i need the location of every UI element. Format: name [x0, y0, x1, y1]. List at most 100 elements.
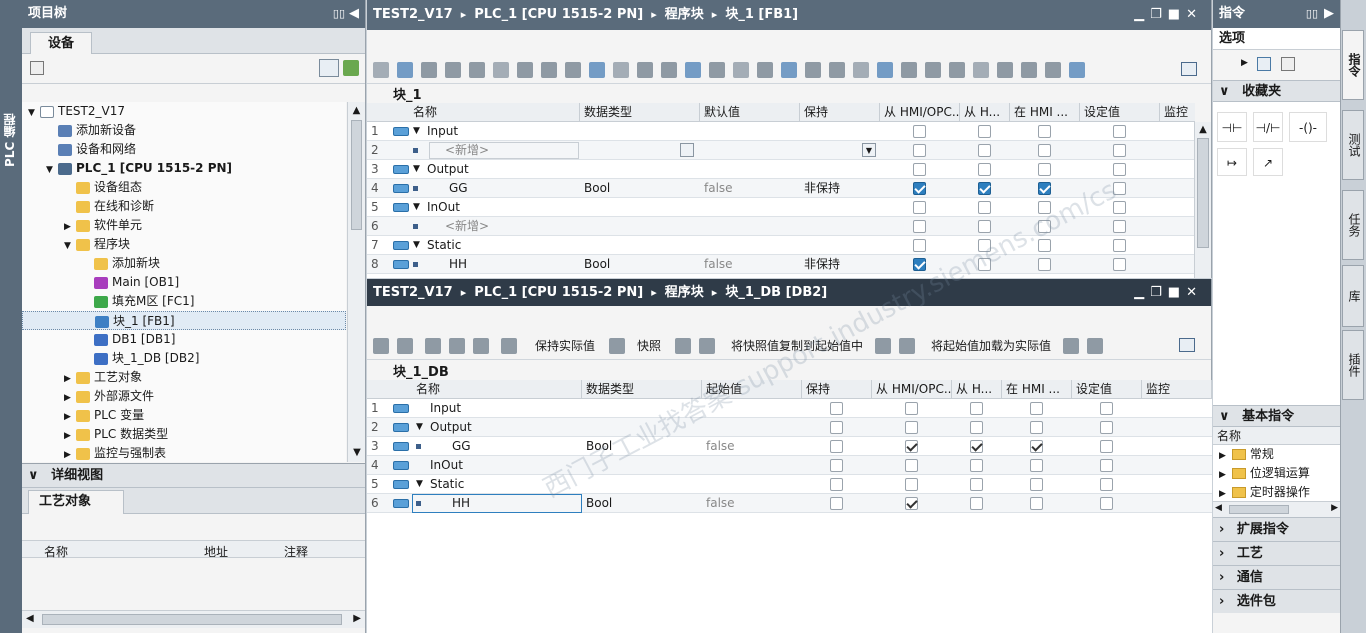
scroll-left-icon[interactable]: ◀: [1215, 503, 1222, 513]
tree-item[interactable]: ▶ 工艺对象: [22, 368, 346, 387]
load-start-as-actual-button[interactable]: 将起始值加载为实际值: [931, 337, 1051, 354]
expand-triangle-icon[interactable]: ▼: [413, 236, 420, 255]
close-branch-icon[interactable]: ↗: [1253, 148, 1283, 176]
col-comment[interactable]: 注释: [284, 543, 308, 560]
breadcrumb-item[interactable]: 程序块: [665, 285, 704, 300]
hmi-accessible-checkbox[interactable]: [913, 201, 926, 214]
scroll-right-icon[interactable]: ▶: [353, 613, 361, 624]
hmi-visible-checkbox[interactable]: [970, 421, 983, 434]
cell-default[interactable]: false: [704, 179, 733, 198]
tree-item[interactable]: ▼ PLC_1 [CPU 1515-2 PN]: [22, 159, 346, 178]
column-header[interactable]: 在 HMI ...: [1002, 380, 1072, 399]
column-header[interactable]: 从 HMI/OPC..: [880, 103, 960, 122]
column-header[interactable]: 名称: [412, 380, 582, 399]
tree-item[interactable]: ▶ PLC 变量: [22, 406, 346, 425]
hmi-visible-checkbox[interactable]: [978, 182, 991, 195]
tree-item[interactable]: DB1 [DB1]: [22, 330, 346, 349]
scroll-thumb[interactable]: [1197, 138, 1209, 248]
breadcrumb-item[interactable]: PLC_1 [CPU 1515-2 PN]: [474, 285, 643, 300]
cell-default[interactable]: false: [704, 255, 733, 274]
tree-item[interactable]: 添加新设备: [22, 121, 346, 140]
hmi-accessible-checkbox[interactable]: [905, 478, 918, 491]
setpoint-checkbox[interactable]: [1113, 220, 1126, 233]
table-row[interactable]: 8 HH Bool false 非保持: [367, 255, 1195, 274]
maximize-icon[interactable]: ■: [1168, 7, 1186, 22]
hmi-visible-checkbox[interactable]: [970, 478, 983, 491]
view-icon[interactable]: [1257, 57, 1271, 71]
hmi-accessible-checkbox[interactable]: [913, 125, 926, 138]
hmi-accessible-checkbox[interactable]: [905, 497, 918, 510]
fb-toolbar-grid-view-icon[interactable]: [565, 62, 581, 78]
scroll-up-icon[interactable]: ▲: [348, 102, 365, 120]
column-header[interactable]: 从 H...: [952, 380, 1002, 399]
fb-toolbar-open-block-icon[interactable]: [973, 62, 989, 78]
tree-item[interactable]: ▶ PLC 数据类型: [22, 425, 346, 444]
instruction-folder[interactable]: ▶ 常规: [1213, 445, 1340, 464]
monitor-icon[interactable]: [501, 338, 517, 354]
tab-devices[interactable]: 设备: [30, 32, 92, 54]
setpoint-checkbox[interactable]: [1113, 201, 1126, 214]
tree-item[interactable]: 在线和诊断: [22, 197, 346, 216]
table-row[interactable]: 5 ▼ Static: [367, 475, 1212, 494]
plc-programming-label[interactable]: PLC 编程: [1, 100, 21, 180]
hmi-writeable-checkbox[interactable]: [1030, 421, 1043, 434]
insert-row-icon[interactable]: [373, 338, 389, 354]
hmi-writeable-checkbox[interactable]: [1038, 182, 1051, 195]
fb-table-scrollbar[interactable]: ▲: [1194, 122, 1211, 278]
cell-name[interactable]: GG: [449, 179, 468, 198]
db-toolbar-options-icon[interactable]: [1179, 338, 1195, 352]
breadcrumb-item[interactable]: TEST2_V17: [373, 7, 453, 22]
cell-retain[interactable]: 非保持: [804, 179, 840, 198]
cell-datatype[interactable]: Bool: [586, 437, 612, 456]
fb-toolbar-goto-line-icon[interactable]: [925, 62, 941, 78]
hmi-writeable-checkbox[interactable]: [1030, 459, 1043, 472]
cell-name[interactable]: GG: [452, 437, 471, 456]
nc-contact-icon[interactable]: ⊣/⊢: [1253, 112, 1283, 142]
tree-item[interactable]: ▶ 软件单元: [22, 216, 346, 235]
extended-instructions-header[interactable]: › 扩展指令: [1213, 517, 1340, 541]
table-row[interactable]: 4 InOut: [367, 456, 1212, 475]
setpoint-checkbox[interactable]: [1113, 125, 1126, 138]
minimize-icon[interactable]: ▁: [1134, 285, 1150, 300]
hmi-writeable-checkbox[interactable]: [1038, 163, 1051, 176]
fb-toolbar-download-icon[interactable]: [781, 62, 797, 78]
hmi-accessible-checkbox[interactable]: [913, 163, 926, 176]
collapsed-triangle-icon[interactable]: ▶: [64, 446, 76, 462]
setpoint-checkbox[interactable]: [1100, 478, 1113, 491]
hmi-writeable-checkbox[interactable]: [1038, 125, 1051, 138]
breadcrumb-item[interactable]: 块_1 [FB1]: [725, 7, 798, 22]
float-icon[interactable]: ❐: [1150, 7, 1168, 22]
edit-icon[interactable]: [449, 338, 465, 354]
retain-checkbox[interactable]: [830, 440, 843, 453]
load-icon-1[interactable]: [1063, 338, 1079, 354]
fb-toolbar-open-in-block-icon[interactable]: [493, 62, 509, 78]
hmi-visible-checkbox[interactable]: [978, 163, 991, 176]
fb-toolbar-watch-icon[interactable]: [1021, 62, 1037, 78]
hmi-accessible-checkbox[interactable]: [905, 440, 918, 453]
hmi-visible-checkbox[interactable]: [978, 144, 991, 157]
cell-name[interactable]: <新增>: [445, 141, 489, 160]
copy-icon-2[interactable]: [899, 338, 915, 354]
option-packages-header[interactable]: › 选件包: [1213, 589, 1340, 613]
setpoint-checkbox[interactable]: [1100, 421, 1113, 434]
column-header[interactable]: 数据类型: [580, 103, 700, 122]
communication-header[interactable]: › 通信: [1213, 565, 1340, 589]
coil-icon[interactable]: -()-: [1289, 112, 1327, 142]
tree-item[interactable]: 块_1_DB [DB2]: [22, 349, 346, 368]
type-picker-icon[interactable]: [680, 143, 694, 157]
column-header[interactable]: 从 HMI/OPC..: [872, 380, 952, 399]
setpoint-checkbox[interactable]: [1100, 440, 1113, 453]
hmi-visible-checkbox[interactable]: [970, 402, 983, 415]
db-icon[interactable]: [609, 338, 625, 354]
retain-checkbox[interactable]: [830, 459, 843, 472]
hmi-accessible-checkbox[interactable]: [905, 459, 918, 472]
column-header[interactable]: 设定值: [1080, 103, 1160, 122]
cell-datatype[interactable]: Bool: [584, 179, 610, 198]
cell-start-value[interactable]: false: [706, 437, 735, 456]
open-branch-icon[interactable]: ↦: [1217, 148, 1247, 176]
tab-tasks[interactable]: 任务: [1342, 190, 1364, 260]
tab-technology-objects[interactable]: 工艺对象: [28, 490, 124, 514]
cell-name[interactable]: HH: [449, 255, 467, 274]
hmi-accessible-checkbox[interactable]: [905, 402, 918, 415]
fb-toolbar-step-out-icon[interactable]: [901, 62, 917, 78]
